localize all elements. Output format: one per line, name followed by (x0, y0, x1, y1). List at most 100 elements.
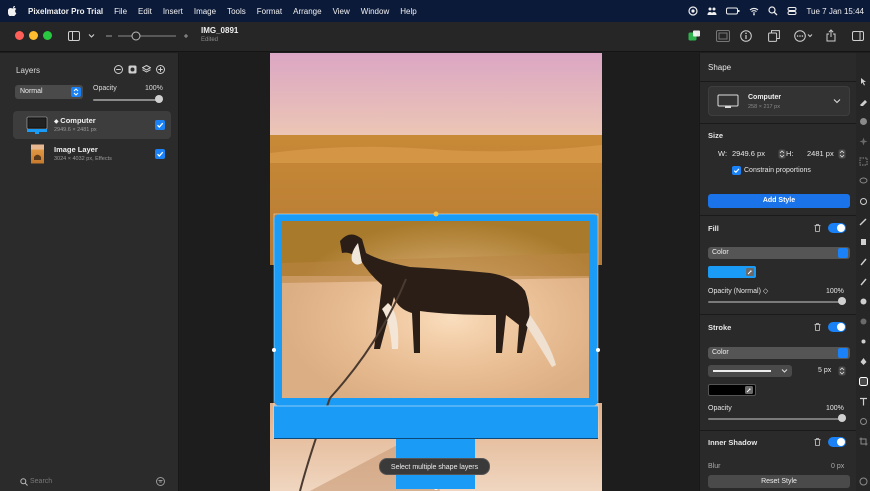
opacity-value[interactable]: 100% (145, 85, 163, 92)
spotlight-search-icon[interactable] (768, 6, 778, 16)
pen-tool-icon[interactable] (859, 217, 868, 226)
layers-search-input[interactable]: Search (11, 475, 168, 488)
menu-arrange[interactable]: Arrange (293, 7, 321, 16)
mask-icon[interactable] (128, 65, 137, 74)
zoom-slider[interactable] (104, 30, 190, 42)
add-style-button[interactable]: Add Style (708, 194, 850, 208)
fill-type-stepper[interactable] (838, 248, 848, 258)
width-field[interactable]: 2949.6 px (732, 148, 765, 160)
trash-icon[interactable] (814, 438, 821, 446)
menu-help[interactable]: Help (400, 7, 416, 16)
add-layer-icon[interactable] (156, 65, 165, 74)
repair-tool-icon[interactable] (859, 197, 868, 206)
type-tool-icon[interactable] (859, 397, 868, 406)
menu-view[interactable]: View (333, 7, 350, 16)
light-tool-icon[interactable] (859, 337, 868, 346)
fill-color-swatch[interactable] (708, 266, 756, 278)
opacity-slider-handle[interactable] (155, 95, 163, 103)
stroke-type-stepper[interactable] (838, 348, 848, 358)
control-center-icon[interactable] (787, 6, 797, 16)
layer-row-image[interactable]: Image Layer 3024 × 4032 px, Effects (13, 140, 171, 168)
opacity-slider[interactable] (93, 99, 159, 101)
control-icon[interactable] (688, 6, 699, 16)
layer-visibility-checkbox[interactable] (155, 120, 165, 130)
menu-edit[interactable]: Edit (138, 7, 152, 16)
trash-icon[interactable] (814, 224, 821, 232)
fill-opacity-slider-handle[interactable] (838, 297, 846, 305)
arrange-tool-icon[interactable] (859, 77, 868, 86)
close-window-button[interactable] (15, 31, 24, 40)
share-people-icon[interactable] (707, 6, 717, 16)
crop-mask-icon[interactable] (716, 30, 730, 42)
stroke-toggle[interactable] (828, 322, 846, 332)
shape-tool-icon[interactable] (859, 377, 868, 386)
style-tool-icon[interactable] (859, 97, 868, 106)
chevron-down-icon[interactable] (88, 33, 95, 39)
sidebar-toggle-icon[interactable] (68, 31, 80, 41)
stroke-style-select[interactable] (708, 365, 792, 377)
apple-icon[interactable] (8, 6, 18, 16)
stroke-opacity-slider[interactable] (708, 418, 846, 420)
inspector-toggle-icon[interactable] (852, 31, 864, 41)
blur-value[interactable]: 0 px (831, 461, 844, 473)
minimize-window-button[interactable] (29, 31, 38, 40)
eyedropper-icon[interactable] (745, 386, 753, 394)
layer-style-icon[interactable] (142, 65, 151, 74)
effects-tool-icon[interactable] (859, 137, 868, 146)
menu-app-name[interactable]: Pixelmator Pro Trial (28, 7, 103, 16)
share-icon[interactable] (826, 29, 836, 42)
blend-mode-select[interactable]: Normal (15, 85, 83, 99)
blur-tool-icon[interactable] (859, 317, 868, 326)
more-options-icon[interactable] (794, 30, 814, 42)
constrain-proportions-checkbox[interactable] (732, 166, 741, 175)
image-canvas[interactable] (270, 53, 602, 491)
height-field[interactable]: 2481 px (807, 148, 834, 160)
reset-style-button[interactable]: Reset Style (708, 475, 850, 488)
arrange-icon[interactable] (768, 30, 780, 42)
stroke-width-field[interactable]: 5 px (818, 365, 831, 377)
battery-icon[interactable] (726, 6, 740, 16)
menu-format[interactable]: Format (257, 7, 282, 16)
stroke-width-stepper[interactable] (838, 366, 846, 376)
zoom-window-button[interactable] (43, 31, 52, 40)
menu-tools[interactable]: Tools (227, 7, 246, 16)
eyedropper-icon[interactable] (746, 268, 754, 276)
canvas-area[interactable] (180, 53, 698, 491)
filter-icon[interactable] (156, 477, 165, 486)
color-adjust-tool-icon[interactable] (859, 117, 868, 126)
menu-clock[interactable]: Tue 7 Jan 15:44 (806, 7, 864, 16)
stroke-opacity-slider-handle[interactable] (838, 414, 846, 422)
paint-tool-icon[interactable] (859, 257, 868, 266)
stroke-type-select[interactable]: Color (708, 347, 850, 359)
wifi-icon[interactable] (749, 6, 759, 16)
crop-tool-icon[interactable] (859, 437, 868, 446)
shapes-tool-icon[interactable] (859, 417, 868, 426)
menu-insert[interactable]: Insert (163, 7, 183, 16)
erase-tool-icon[interactable] (859, 297, 868, 306)
menu-image[interactable]: Image (194, 7, 216, 16)
ml-enhance-icon[interactable] (688, 30, 701, 42)
more-tools-icon[interactable] (859, 477, 868, 486)
height-stepper[interactable] (838, 149, 846, 159)
layer-visibility-checkbox[interactable] (155, 149, 165, 159)
select-tool-icon[interactable] (859, 157, 868, 166)
constrain-proportions-label[interactable]: Constrain proportions (744, 165, 811, 177)
fill-type-select[interactable]: Color (708, 247, 850, 259)
layer-options-icon[interactable] (114, 65, 123, 74)
inner-shadow-toggle[interactable] (828, 437, 846, 447)
vector-pen-tool-icon[interactable] (859, 357, 868, 366)
trash-icon[interactable] (814, 323, 821, 331)
layer-row-computer[interactable]: ◆ Computer 2949.6 × 2481 px (13, 111, 171, 139)
brush-tool-icon[interactable] (859, 277, 868, 286)
paint-bucket-tool-icon[interactable] (859, 237, 868, 246)
width-stepper[interactable] (778, 149, 786, 159)
lasso-tool-icon[interactable] (859, 177, 868, 186)
fill-toggle[interactable] (828, 223, 846, 233)
shape-preset-select[interactable]: Computer 258 × 217 px (708, 86, 850, 116)
blend-mode-stepper[interactable] (71, 87, 81, 97)
menu-file[interactable]: File (114, 7, 127, 16)
stroke-color-swatch[interactable] (708, 384, 756, 396)
info-icon[interactable] (740, 30, 752, 42)
fill-opacity-slider[interactable] (708, 301, 846, 303)
menu-window[interactable]: Window (361, 7, 389, 16)
